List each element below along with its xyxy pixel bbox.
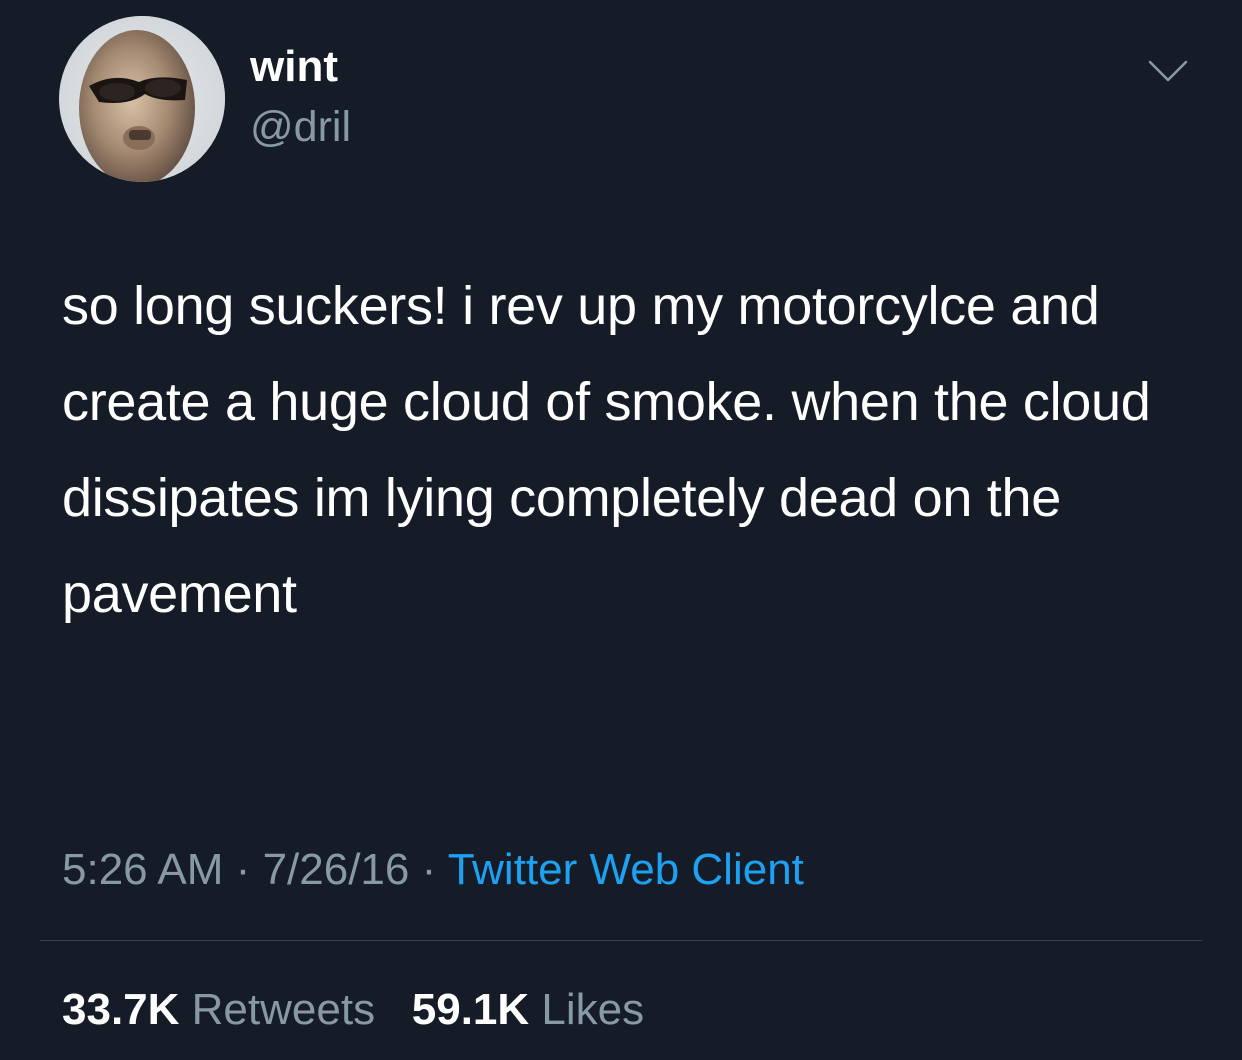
tweet-detail: wint @dril so long suckers! i rev up my … <box>0 0 1242 1060</box>
tweet-text: so long suckers! i rev up my motorcylce … <box>62 276 1151 624</box>
display-name[interactable]: wint <box>250 42 338 92</box>
more-options-button[interactable] <box>1146 54 1190 88</box>
retweets-count: 33.7K <box>62 985 180 1034</box>
avatar[interactable] <box>59 16 225 182</box>
tweet-stats: 33.7K Retweets 59.1K Likes <box>62 982 644 1038</box>
divider <box>40 940 1202 941</box>
tweet-metadata: 5:26 AM · 7/26/16 · Twitter Web Client <box>62 842 804 898</box>
retweets-label: Retweets <box>191 985 376 1034</box>
meta-separator: · <box>235 845 251 894</box>
likes-stat[interactable]: 59.1K Likes <box>412 985 644 1034</box>
tweet-date[interactable]: 7/26/16 <box>263 845 410 894</box>
profile-photo <box>59 16 225 182</box>
likes-count: 59.1K <box>411 985 530 1034</box>
tweet-source-link[interactable]: Twitter Web Client <box>448 845 804 894</box>
likes-label: Likes <box>541 985 645 1034</box>
chevron-down-icon <box>1148 60 1188 82</box>
tweet-time[interactable]: 5:26 AM <box>62 845 223 894</box>
user-handle[interactable]: @dril <box>250 102 351 152</box>
meta-separator: · <box>421 845 437 894</box>
retweets-stat[interactable]: 33.7K Retweets <box>62 985 375 1034</box>
